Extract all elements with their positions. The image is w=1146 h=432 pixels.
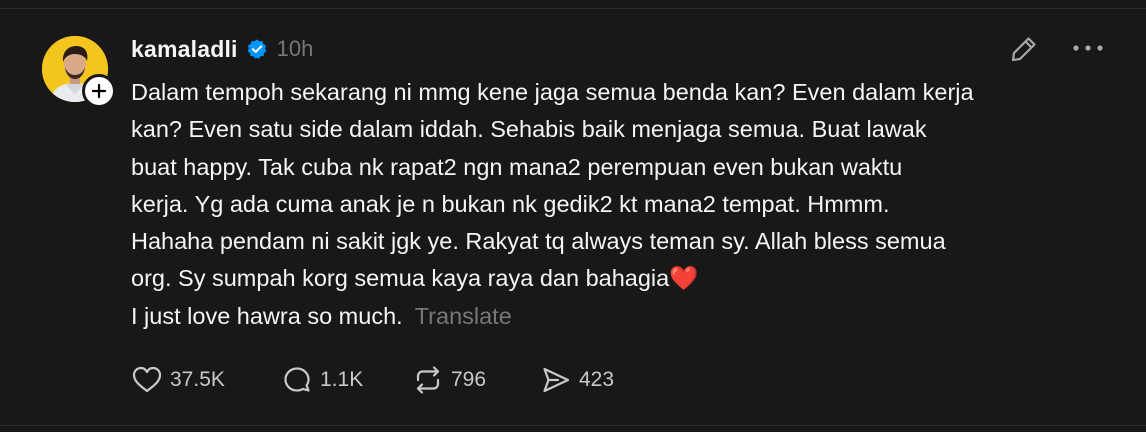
send-icon bbox=[543, 367, 570, 393]
edit-button[interactable] bbox=[1008, 33, 1040, 65]
repost-button[interactable]: 796 bbox=[411, 363, 539, 397]
verified-badge-icon bbox=[246, 38, 268, 60]
top-divider bbox=[0, 8, 1146, 9]
post-text-last-line: I just love hawra so much. Translate bbox=[131, 298, 1121, 335]
heart-icon bbox=[132, 366, 162, 393]
repost-icon bbox=[416, 366, 440, 394]
bottom-divider bbox=[0, 425, 1146, 426]
post-text-line: kerja. Yg ada cuma anak je n bukan nk ge… bbox=[131, 190, 890, 217]
reply-button[interactable]: 1.1K bbox=[280, 363, 411, 397]
threads-post: kamaladli 10h Dalam tempoh sekarang ni m… bbox=[0, 0, 1146, 432]
like-count: 37.5K bbox=[170, 368, 225, 391]
post-text-line: Hahaha pendam ni sakit jgk ye. Rakyat tq… bbox=[131, 228, 946, 255]
more-options-button[interactable] bbox=[1070, 36, 1106, 60]
share-count: 423 bbox=[579, 368, 615, 391]
username[interactable]: kamaladli bbox=[131, 36, 238, 63]
post-text-line: I just love hawra so much. bbox=[131, 302, 403, 329]
post-text: Dalam tempoh sekarang ni mmg kene jaga s… bbox=[131, 74, 1121, 335]
post-actions: 37.5K 1.1K 796 423 bbox=[130, 363, 614, 397]
translate-link[interactable]: Translate bbox=[415, 303, 512, 329]
more-dots-icon bbox=[1073, 45, 1103, 51]
plus-icon bbox=[91, 83, 107, 99]
follow-button[interactable] bbox=[82, 74, 116, 108]
post-text-line: Dalam tempoh sekarang ni mmg kene jaga s… bbox=[131, 79, 974, 105]
post-text-line: org. Sy sumpah korg semua kaya raya dan … bbox=[131, 265, 699, 292]
repost-count: 796 bbox=[451, 368, 487, 391]
like-button[interactable]: 37.5K bbox=[130, 363, 280, 397]
post-text-line: kan? Even satu side dalam iddah. Sehabis… bbox=[131, 116, 927, 143]
comment-icon bbox=[284, 367, 310, 392]
post-text-line: buat happy. Tak cuba nk rapat2 ngn mana2… bbox=[131, 153, 903, 180]
share-button[interactable]: 423 bbox=[539, 363, 614, 397]
pencil-icon bbox=[1011, 37, 1036, 62]
reply-count: 1.1K bbox=[320, 368, 364, 391]
post-timestamp: 10h bbox=[276, 36, 314, 61]
post-header: kamaladli 10h bbox=[131, 34, 313, 64]
avatar-container[interactable] bbox=[42, 36, 116, 108]
